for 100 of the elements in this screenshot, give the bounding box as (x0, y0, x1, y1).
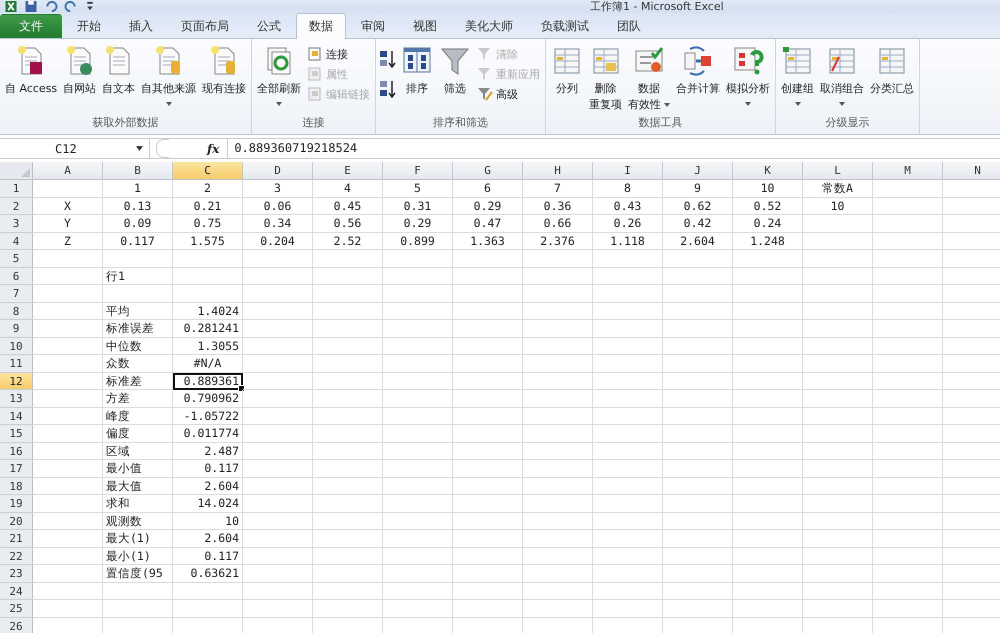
table-cell: 3 (243, 180, 313, 198)
row-header[interactable]: 10 (0, 338, 33, 355)
row-header[interactable]: 3 (0, 215, 33, 232)
ribbon-tab[interactable]: 负载测试 (528, 14, 602, 38)
ribbon-button[interactable]: 自文本 (100, 43, 138, 99)
ribbon-tab[interactable]: 公式 (244, 14, 294, 38)
row-header[interactable]: 22 (0, 548, 33, 565)
ribbon-button[interactable]: 数据 有效性 (626, 43, 672, 115)
ribbon-tab[interactable]: 美化大师 (452, 14, 526, 38)
row-header[interactable]: 23 (0, 565, 33, 582)
ribbon-button[interactable]: 删除 重复项 (587, 43, 624, 115)
ribbon-tab[interactable]: 页面布局 (168, 14, 242, 38)
table-cell (383, 582, 453, 600)
column-header[interactable]: K (733, 162, 803, 180)
row-header[interactable]: 24 (0, 582, 33, 600)
column-header[interactable]: E (313, 162, 383, 180)
ribbon-button[interactable]: 排序 (399, 43, 436, 99)
row-header[interactable]: 25 (0, 600, 33, 618)
resize-handle[interactable] (156, 139, 169, 158)
column-header[interactable]: F (383, 162, 453, 180)
column-header[interactable]: C (173, 162, 243, 180)
table-cell (33, 565, 103, 582)
table-cell (313, 442, 383, 460)
ribbon-button[interactable]: 创建组 (779, 43, 816, 108)
row-header[interactable]: 21 (0, 530, 33, 548)
column-header[interactable]: L (803, 162, 873, 180)
table-cell (313, 582, 383, 600)
column-header[interactable]: B (103, 162, 173, 180)
row-header[interactable]: 18 (0, 478, 33, 495)
row-header[interactable]: 5 (0, 250, 33, 268)
column-header[interactable]: N (943, 162, 1000, 180)
table-cell (593, 372, 663, 390)
file-tab[interactable]: 文件 (0, 14, 62, 38)
ribbon-button[interactable]: 自其他来源 (139, 43, 198, 108)
excel-icon[interactable] (4, 1, 18, 12)
row-header[interactable]: 6 (0, 268, 33, 285)
column-header[interactable]: M (873, 162, 943, 180)
table-cell (663, 478, 733, 495)
ribbon-tab[interactable]: 视图 (400, 14, 450, 38)
table-cell (33, 180, 103, 198)
table-cell (243, 390, 313, 408)
ribbon-button[interactable]: 连接 (305, 45, 372, 63)
column-header[interactable]: D (243, 162, 313, 180)
row-header[interactable]: 9 (0, 320, 33, 338)
ribbon-button[interactable]: 全部刷新 (255, 43, 304, 108)
ribbon-tab[interactable]: 插入 (116, 14, 166, 38)
row-header[interactable]: 1 (0, 180, 33, 198)
undo-icon[interactable] (44, 1, 58, 12)
ribbon-tab[interactable]: 数据 (296, 13, 346, 39)
row-header[interactable]: 12 (0, 372, 33, 390)
fill-handle[interactable] (238, 385, 245, 392)
table-cell (313, 285, 383, 302)
redo-icon[interactable] (64, 1, 78, 12)
row-header[interactable]: 17 (0, 460, 33, 478)
row-header[interactable]: 19 (0, 495, 33, 512)
row-header[interactable]: 15 (0, 425, 33, 442)
ribbon-button[interactable]: 合并计算 (674, 43, 722, 99)
ribbon-button[interactable]: 分列 (549, 43, 586, 99)
column-header[interactable]: J (663, 162, 733, 180)
table-cell (453, 548, 523, 565)
row-header[interactable]: 13 (0, 390, 33, 408)
row-header[interactable]: 8 (0, 302, 33, 320)
ribbon-button[interactable]: 模拟分析 (724, 43, 772, 108)
column-header[interactable]: H (523, 162, 593, 180)
row-header[interactable]: 4 (0, 232, 33, 250)
row-header[interactable]: 11 (0, 355, 33, 372)
table-cell (313, 408, 383, 425)
row-header[interactable]: 26 (0, 618, 33, 633)
insert-function-button[interactable]: fx (199, 142, 228, 156)
table-cell (243, 565, 313, 582)
save-icon[interactable] (24, 1, 38, 12)
column-header[interactable]: G (453, 162, 523, 180)
ribbon-button[interactable]: 分类汇总 (868, 43, 916, 99)
sort-descending-icon[interactable] (379, 79, 398, 99)
table-cell (383, 338, 453, 355)
table-cell: 标准差 (103, 372, 173, 390)
row-header[interactable]: 16 (0, 442, 33, 460)
column-header[interactable]: I (593, 162, 663, 180)
table-cell (33, 372, 103, 390)
sort-ascending-icon[interactable] (379, 49, 398, 69)
row-header[interactable]: 14 (0, 408, 33, 425)
table-cell (243, 548, 313, 565)
ribbon-tab[interactable]: 审阅 (348, 14, 398, 38)
formula-field[interactable]: 0.889360719218524 (227, 139, 1000, 158)
table-cell: 2.604 (173, 530, 243, 548)
ribbon-button[interactable]: 自 Access (3, 43, 60, 99)
ribbon-button[interactable]: 取消组合 (818, 43, 866, 108)
ribbon-button[interactable]: 自网站 (61, 43, 98, 99)
ribbon-button[interactable]: 高级 (475, 85, 542, 103)
ribbon-tab[interactable]: 开始 (64, 14, 114, 38)
row-header[interactable]: 20 (0, 512, 33, 530)
table-cell (243, 512, 313, 530)
column-header[interactable]: A (33, 162, 103, 180)
ribbon-button[interactable]: 现有连接 (200, 43, 248, 99)
row-header[interactable]: 7 (0, 285, 33, 302)
name-box[interactable]: C12 (0, 139, 150, 158)
ribbon-button[interactable]: 筛选 (437, 43, 474, 99)
row-header[interactable]: 2 (0, 198, 33, 215)
ribbon-tab[interactable]: 团队 (604, 14, 654, 38)
table-cell (523, 582, 593, 600)
